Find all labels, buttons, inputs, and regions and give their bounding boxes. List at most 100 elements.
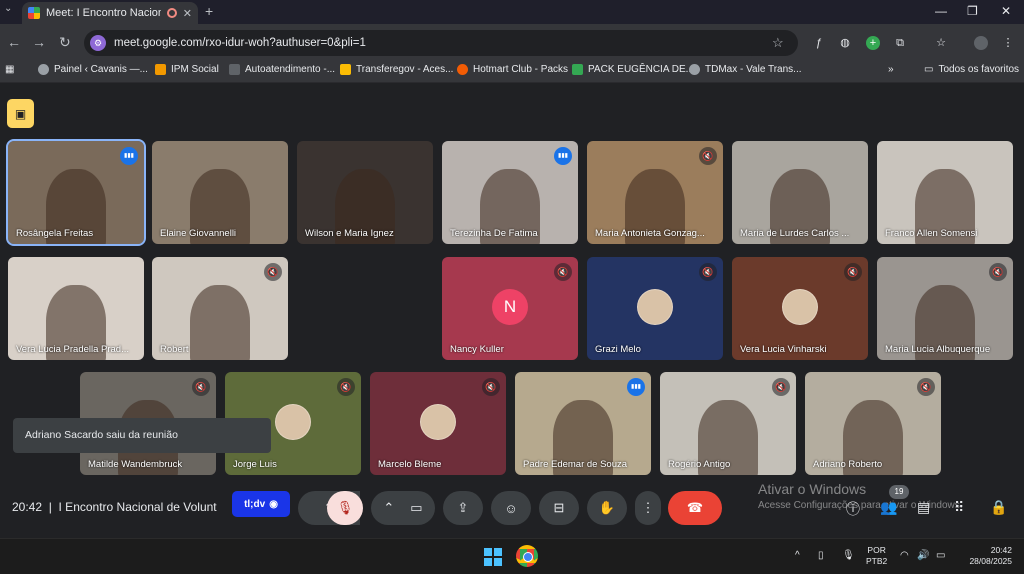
participant-tile[interactable]: 🔇 Robert [152,257,288,360]
participant-tile[interactable]: Elaine Giovannelli [152,141,288,244]
new-tab-button[interactable]: + [205,3,213,19]
input-language[interactable]: POR PTB2 [866,545,887,567]
participant-avatar [637,288,673,325]
participant-name: Rosângela Freitas [16,228,94,239]
bookmark-icon [689,64,700,75]
participant-video [190,285,250,360]
apps-grid-icon[interactable]: ▦ [5,64,14,75]
tab-search-button[interactable]: ⌄ [4,3,12,14]
participant-tile[interactable]: 🔇 Vera Lucia Vinharski [732,257,868,360]
tab-meet[interactable]: Meet: I Encontro Nacional d ✕ [22,2,198,24]
minimize-icon[interactable]: — [935,4,947,18]
all-bookmarks-folder[interactable]: ▭ Todos os favoritos [924,64,1019,75]
participant-tile[interactable]: ▮▮▮ Rosângela Freitas [6,139,146,246]
windows-activation-subtitle: Acesse Configurações para ativar o Windo… [758,500,963,511]
windows-start-icon[interactable] [484,548,502,566]
forward-icon[interactable]: → [32,34,46,50]
bookmark-icon [229,64,240,75]
bookmark-item[interactable]: TDMax - Vale Trans... [689,64,802,75]
people-icon[interactable]: 👥 [880,499,897,516]
participant-tile[interactable]: ▮▮▮ Padre Edemar de Souza [515,372,651,475]
battery-icon[interactable]: ▭ [936,550,945,561]
bookmark-icon [155,64,166,75]
captions-icon: ⊟ [553,500,565,515]
participant-tile[interactable]: Wilson e Maria Ignez [297,141,433,244]
bookmark-item[interactable]: IPM Social [155,64,219,75]
participant-tile[interactable]: 🔇 Maria Antonieta Gonzag... [587,141,723,244]
clock-date: 28/08/2025 [969,556,1012,566]
restore-icon[interactable]: ❐ [967,4,978,18]
present-icon: ⇪ [457,500,469,515]
url-text: meet.google.com/rxo-idur-woh?authuser=0&… [114,37,366,49]
participant-tile[interactable]: ▮▮▮ Terezinha De Fatima [442,141,578,244]
raise-hand-button[interactable]: ✋ [587,491,627,525]
participant-tile[interactable]: Vera Lucia Pradella Prad... [8,257,144,360]
bookmark-item[interactable]: Autoatendimento -... [229,64,335,75]
participant-name: Marcelo Bleme [378,459,442,470]
system-clock[interactable]: 20:42 28/08/2025 [962,545,1012,567]
extension-globe-icon[interactable]: ◍ [838,36,852,50]
participant-name: Rogério Antigo [668,459,731,470]
participant-tile[interactable]: Maria de Lurdes Carlos ... [732,141,868,244]
menu-kebab-icon[interactable]: ⋮ [1001,36,1015,50]
info-icon[interactable]: ⓘ [846,499,860,519]
mic-muted-icon: 🔇 [699,263,717,281]
back-icon[interactable]: ← [7,34,21,50]
tab-close-icon[interactable]: ✕ [183,7,192,20]
chat-icon[interactable]: ▤ [917,499,930,516]
speaking-indicator-icon: ▮▮▮ [554,147,572,165]
bookmarks-overflow-button[interactable]: » [888,64,894,75]
bookmarks-manager-icon[interactable]: ☆ [934,36,948,50]
bookmark-item[interactable]: Hotmart Club - Packs [457,64,568,75]
activities-icon[interactable]: ⠿ [954,499,964,516]
meeting-details[interactable]: 20:42 | I Encontro Nacional de Volunt [12,500,234,514]
participant-tile[interactable]: Franco Allen Somensi [877,141,1013,244]
participant-name: Vera Lucia Pradella Prad... [16,344,130,355]
video-options-button[interactable]: ⌃ ▭ [371,491,435,525]
microphone-toggle-button[interactable]: 🎙 [327,491,363,525]
site-info-icon[interactable]: ⚙ [90,35,106,51]
participant-tile[interactable]: 🔇 Adriano Roberto [805,372,941,475]
tray-overflow-icon[interactable]: ^ [795,550,800,561]
participant-avatar [420,403,456,440]
reactions-button[interactable]: ☺ [491,491,531,525]
participant-tile[interactable]: 🔇 Marcelo Bleme [370,372,506,475]
extension-font-icon[interactable]: ƒ [812,36,826,50]
participant-name: Matilde Wandembruck [88,459,183,470]
present-screen-button[interactable]: ⇪ [443,491,483,525]
bookmark-star-icon[interactable]: ☆ [772,35,784,51]
chrome-taskbar-icon[interactable] [516,545,538,567]
participant-tile[interactable]: 🔇 Rogério Antigo [660,372,796,475]
address-bar[interactable]: ⚙ meet.google.com/rxo-idur-woh?authuser=… [84,30,798,56]
participant-count-badge: 19 [889,485,909,499]
mic-muted-icon: 🔇 [989,263,1007,281]
extension-plus-icon[interactable]: + [866,36,880,50]
participant-tile[interactable]: 🔇 Grazi Melo [587,257,723,360]
participant-tile[interactable]: N 🔇 Nancy Kuller [442,257,578,360]
bookmark-icon [38,64,49,75]
wifi-icon[interactable]: ◠ [900,550,909,561]
mic-muted-icon: 🔇 [699,147,717,165]
chevron-up-icon: ⌃ [383,500,395,515]
profile-avatar[interactable] [974,36,988,50]
participant-tile[interactable]: 🔇 Maria Lucia Albuquerque [877,257,1013,360]
folder-icon: ▭ [924,64,934,75]
extensions-puzzle-icon[interactable]: ⧉ [893,36,907,50]
bookmark-icon [572,64,583,75]
captions-button[interactable]: ⊟ [539,491,579,525]
bookmark-item[interactable]: Painel ‹ Cavanis —... [38,64,148,75]
close-window-icon[interactable]: ✕ [1001,4,1011,18]
mic-tray-icon[interactable]: 🎙 [842,550,855,561]
usb-icon[interactable]: ▯ [818,550,824,561]
bookmark-item[interactable]: PACK EUGÊNCIA DE... [572,64,694,75]
reload-icon[interactable]: ↻ [59,34,71,51]
leave-call-button[interactable]: ☎ [668,491,722,525]
tldv-extension-button[interactable]: tl;dv ◉ [232,491,290,517]
bookmark-item[interactable]: Transferegov - Aces... [340,64,453,75]
host-controls-icon[interactable]: 🔒 [990,499,1007,516]
recording-alert-icon[interactable]: ▣ [7,99,34,128]
volume-icon[interactable]: 🔊 [917,550,929,561]
more-options-button[interactable]: ⋮ [635,491,661,525]
tab-title: Meet: I Encontro Nacional d [46,7,161,19]
participant-avatar [782,288,818,325]
